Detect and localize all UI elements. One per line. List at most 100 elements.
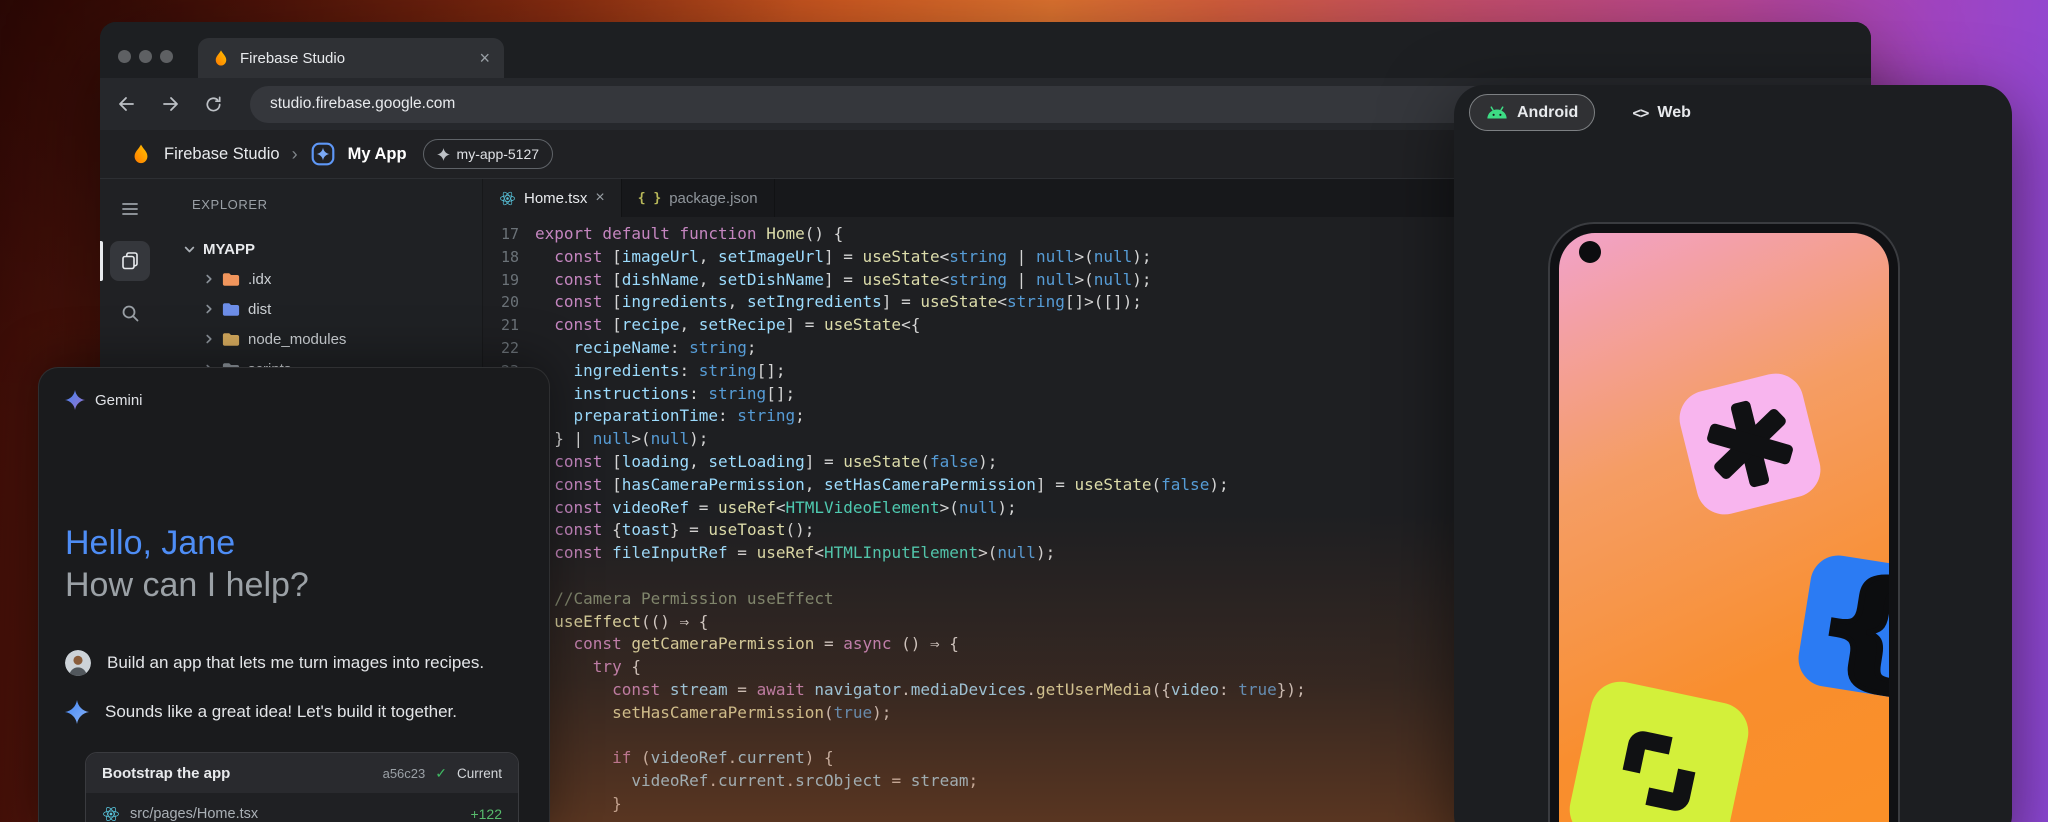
code-text: const [imageUrl, setImageUrl] = useState… <box>519 246 1152 269</box>
window-close-dot[interactable] <box>118 50 131 63</box>
chevron-right-icon <box>204 334 214 344</box>
folder-icon <box>222 332 240 347</box>
forward-button[interactable] <box>152 86 188 122</box>
status-badge: Current <box>457 766 502 781</box>
json-braces-icon: { } <box>638 191 661 206</box>
code-text: preparationTime: string; <box>519 405 805 428</box>
code-text: export default function Home() { <box>519 223 843 246</box>
project-name[interactable]: My App <box>348 145 407 164</box>
camera-punch-hole <box>1579 241 1601 263</box>
pink-tile <box>1674 368 1827 521</box>
browser-titlebar: Firebase Studio × <box>100 22 1871 78</box>
user-avatar <box>65 650 91 676</box>
task-file-row[interactable]: src/pages/Home.tsx +122 <box>86 793 518 822</box>
device-preview-panel: Android <> Web { <box>1454 85 2012 822</box>
firebase-logo-icon <box>130 143 152 165</box>
gemini-sparkle-icon <box>65 390 85 410</box>
window-controls <box>118 50 173 63</box>
chat-message-gemini: Sounds like a great idea! Let's build it… <box>65 700 523 724</box>
firebase-favicon-icon <box>212 49 230 67</box>
tree-item-label: node_modules <box>248 331 346 348</box>
preview-target-toggle: Android <> Web <box>1454 85 2012 131</box>
line-number: 22 <box>483 337 519 360</box>
tree-root-label: MYAPP <box>203 241 255 258</box>
line-number: 19 <box>483 269 519 292</box>
tree-item-label: dist <box>248 301 271 318</box>
greeting-line-1: Hello, Jane <box>65 522 523 564</box>
code-text: const fileInputRef = useRef<HTMLInputEle… <box>519 542 1055 565</box>
spark-icon <box>437 148 450 161</box>
desktop-background: Firebase Studio × studio.firebase.google… <box>0 0 2048 822</box>
code-text: instructions: string[]; <box>519 383 795 406</box>
tab-package-json[interactable]: { } package.json <box>622 179 775 217</box>
tree-item-dist[interactable]: dist <box>160 294 482 324</box>
window-maximize-dot[interactable] <box>160 50 173 63</box>
gemini-header: Gemini <box>39 368 549 410</box>
web-toggle-button[interactable]: <> Web <box>1615 94 1708 131</box>
breadcrumb-separator: › <box>292 144 298 165</box>
tab-close-icon[interactable]: × <box>479 49 490 67</box>
gemini-panel: Gemini Hello, Jane How can I help? Build… <box>38 367 550 822</box>
active-view-indicator <box>100 241 103 281</box>
folder-icon <box>222 302 240 317</box>
chevron-right-icon <box>204 274 214 284</box>
line-number: 17 <box>483 223 519 246</box>
tab-label: Home.tsx <box>524 190 587 207</box>
explorer-view-icon[interactable] <box>110 241 150 281</box>
react-icon <box>499 190 516 207</box>
app-icon <box>310 141 336 167</box>
chat-message-user: Build an app that lets me turn images in… <box>65 650 523 676</box>
tree-root-myapp[interactable]: MYAPP <box>160 234 482 264</box>
chevron-down-icon <box>184 244 195 255</box>
code-text: const stream = await navigator.mediaDevi… <box>519 679 1306 702</box>
code-text: const [hasCameraPermission, setHasCamera… <box>519 474 1229 497</box>
project-id-label: my-app-5127 <box>457 146 540 162</box>
tree-item-.idx[interactable]: .idx <box>160 264 482 294</box>
code-text: if (videoRef.current) { <box>519 747 834 770</box>
project-id-badge[interactable]: my-app-5127 <box>423 139 554 169</box>
code-text: const [loading, setLoading] = useState(f… <box>519 451 997 474</box>
code-text: videoRef.current.srcObject = stream; <box>519 770 978 793</box>
code-text: const videoRef = useRef<HTMLVideoElement… <box>519 497 1017 520</box>
tab-label: package.json <box>669 190 757 207</box>
android-toggle-button[interactable]: Android <box>1469 94 1595 131</box>
commit-hash: a56c23 <box>383 766 426 781</box>
reload-button[interactable] <box>195 86 231 122</box>
gemini-message-text: Sounds like a great idea! Let's build it… <box>105 702 457 722</box>
code-text: recipeName: string; <box>519 337 757 360</box>
diff-additions: +122 <box>470 806 502 822</box>
code-brackets-icon: <> <box>1632 104 1648 122</box>
code-text: const [recipe, setRecipe] = useState<{ <box>519 314 920 337</box>
code-text: const [dishName, setDishName] = useState… <box>519 269 1152 292</box>
react-icon <box>102 805 120 822</box>
gemini-greeting: Hello, Jane How can I help? <box>65 522 523 606</box>
tab-home-tsx[interactable]: Home.tsx × <box>483 179 622 217</box>
code-text: //Camera Permission useEffect <box>519 588 834 611</box>
asterisk-icon <box>1698 392 1802 496</box>
bootstrap-task-card: Bootstrap the app a56c23 ✓ Current src/p… <box>85 752 519 822</box>
android-icon <box>1486 106 1508 120</box>
explorer-title: EXPLORER <box>160 197 482 212</box>
brand-title: Firebase Studio <box>164 145 280 164</box>
phone-screen[interactable]: { <box>1559 233 1889 822</box>
folder-icon <box>222 272 240 287</box>
corner-brackets-icon <box>1597 709 1720 822</box>
gemini-title: Gemini <box>95 392 143 409</box>
task-card-header[interactable]: Bootstrap the app a56c23 ✓ Current <box>86 753 518 793</box>
gemini-sparkle-icon <box>65 700 89 724</box>
tree-item-node_modules[interactable]: node_modules <box>160 324 482 354</box>
phone-mockup: { <box>1548 222 1900 822</box>
url-text: studio.firebase.google.com <box>270 95 455 113</box>
browser-tab-title: Firebase Studio <box>240 50 469 67</box>
line-number: 20 <box>483 291 519 314</box>
back-button[interactable] <box>109 86 145 122</box>
search-icon[interactable] <box>110 293 150 333</box>
task-title: Bootstrap the app <box>102 765 373 782</box>
tab-close-icon[interactable]: × <box>595 189 604 207</box>
window-minimize-dot[interactable] <box>139 50 152 63</box>
browser-tab[interactable]: Firebase Studio × <box>198 38 504 78</box>
menu-icon[interactable] <box>110 189 150 229</box>
blue-tile: { <box>1794 551 1889 702</box>
code-text: const {toast} = useToast(); <box>519 519 814 542</box>
file-path: src/pages/Home.tsx <box>130 806 460 822</box>
